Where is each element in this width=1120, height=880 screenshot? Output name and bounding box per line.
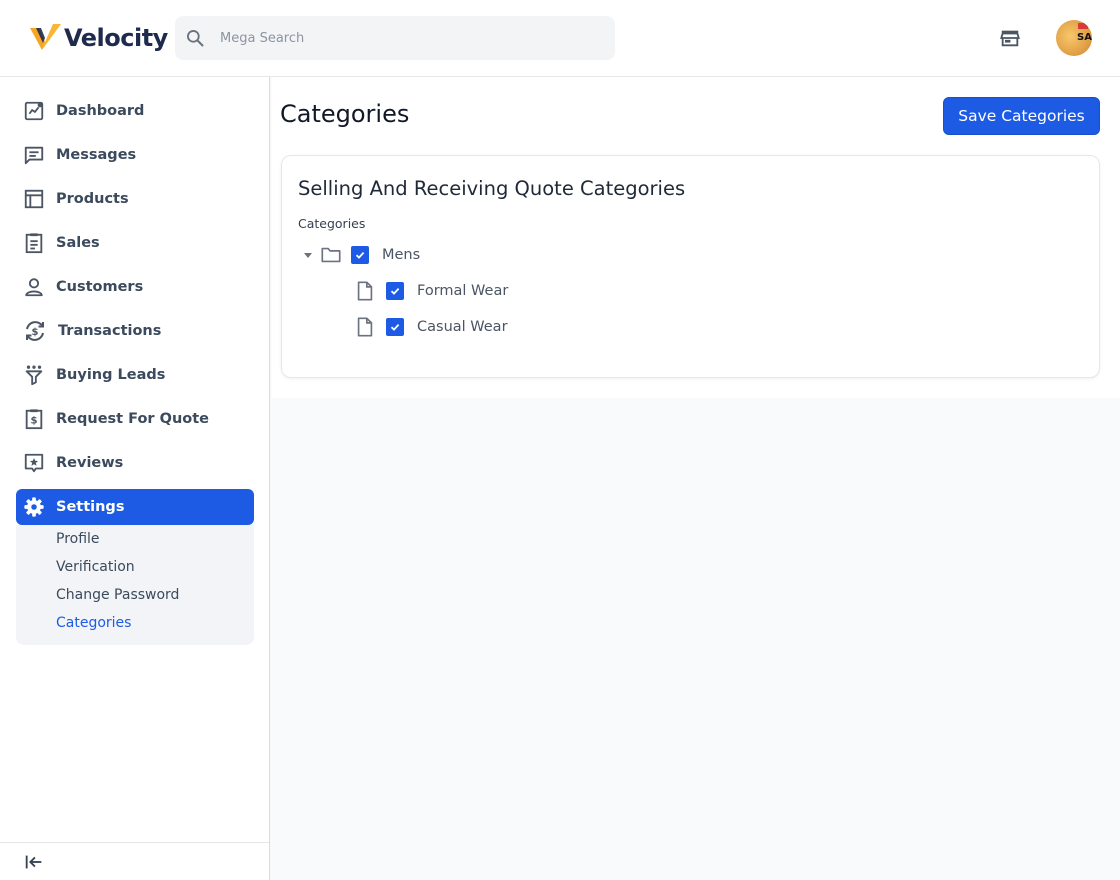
tree-node-label: Casual Wear xyxy=(417,319,508,335)
sidebar-item-label: Sales xyxy=(56,235,100,251)
checkmark-icon xyxy=(390,323,400,331)
sidebar-item-label: Buying Leads xyxy=(56,367,166,383)
sidebar-item-sales[interactable]: Sales xyxy=(16,225,254,261)
save-categories-button[interactable]: Save Categories xyxy=(943,97,1100,135)
search-bar xyxy=(175,16,615,60)
submenu-item-categories[interactable]: Categories xyxy=(56,615,131,631)
buying-leads-icon xyxy=(25,365,43,386)
sidebar-item-dashboard[interactable]: Dashboard xyxy=(16,93,254,129)
brand-name: Velocity xyxy=(64,24,168,52)
sidebar-item-settings[interactable]: Settings xyxy=(16,489,254,525)
search-icon xyxy=(187,30,204,47)
customers-icon xyxy=(25,278,43,297)
sidebar-item-reviews[interactable]: Reviews xyxy=(16,445,254,481)
sidebar-item-customers[interactable]: Customers xyxy=(16,269,254,305)
svg-text:$: $ xyxy=(32,327,39,338)
sidebar-item-label: Reviews xyxy=(56,455,124,471)
top-header: Velocity SAI xyxy=(0,0,1120,77)
request-quote-icon: $ xyxy=(25,409,43,430)
file-icon xyxy=(357,281,373,301)
tree-node-label: Formal Wear xyxy=(417,283,509,299)
brand-logo[interactable]: Velocity xyxy=(28,22,168,54)
sidebar-item-messages[interactable]: Messages xyxy=(16,137,254,173)
sidebar-item-label: Products xyxy=(56,191,129,207)
messages-icon xyxy=(24,146,44,165)
submenu-item-change-password[interactable]: Change Password xyxy=(56,587,179,603)
categories-card: Selling And Receiving Quote Categories C… xyxy=(281,155,1100,378)
sidebar-item-label: Transactions xyxy=(58,323,162,339)
store-icon[interactable] xyxy=(999,27,1021,49)
velocity-logo-icon xyxy=(30,24,61,50)
sidebar-item-label: Messages xyxy=(56,147,137,163)
submenu-item-profile[interactable]: Profile xyxy=(56,531,100,547)
page-title: Categories xyxy=(280,100,410,128)
mens-checkbox[interactable] xyxy=(351,246,369,264)
main-background xyxy=(271,398,1120,880)
submenu-item-verification[interactable]: Verification xyxy=(56,559,135,575)
sales-icon xyxy=(25,233,43,254)
sidebar-footer xyxy=(0,842,270,880)
sidebar-item-label: Request For Quote xyxy=(56,411,210,427)
sidebar: Dashboard Messages Products Sales Custom… xyxy=(0,77,272,880)
sidebar-item-request-for-quote[interactable]: $ Request For Quote xyxy=(16,401,254,437)
sidebar-item-label: Customers xyxy=(56,279,144,295)
avatar-flag-shape xyxy=(1078,23,1088,29)
sidebar-item-products[interactable]: Products xyxy=(16,181,254,217)
avatar-text: SAI xyxy=(1077,32,1092,43)
casual-wear-checkbox[interactable] xyxy=(386,318,404,336)
collapse-sidebar-icon[interactable] xyxy=(23,851,45,873)
avatar[interactable]: SAI xyxy=(1056,20,1092,56)
gear-icon xyxy=(24,497,44,517)
sidebar-item-label: Dashboard xyxy=(56,103,145,119)
tree-node-label: Mens xyxy=(382,247,421,263)
tree-node-casual-wear: Casual Wear xyxy=(354,316,508,338)
card-title: Selling And Receiving Quote Categories xyxy=(298,177,686,200)
transactions-icon: $ xyxy=(26,321,44,341)
checkmark-icon xyxy=(355,251,365,259)
checkmark-icon xyxy=(390,287,400,295)
dashboard-icon xyxy=(24,101,44,121)
search-input[interactable] xyxy=(220,30,600,46)
sidebar-item-transactions[interactable]: $ Transactions xyxy=(16,313,254,349)
sidebar-item-label: Settings xyxy=(56,499,125,515)
tree-node-mens: Mens xyxy=(304,244,420,266)
expand-caret-icon[interactable] xyxy=(304,252,312,258)
tree-node-formal-wear: Formal Wear xyxy=(354,280,508,302)
folder-icon xyxy=(321,247,341,263)
reviews-icon xyxy=(24,453,44,473)
svg-text:$: $ xyxy=(30,416,37,427)
formal-wear-checkbox[interactable] xyxy=(386,282,404,300)
file-icon xyxy=(357,317,373,337)
categories-field-label: Categories xyxy=(298,216,366,231)
settings-submenu: Profile Verification Change Password Cat… xyxy=(16,525,254,645)
products-icon xyxy=(24,189,44,209)
sidebar-item-buying-leads[interactable]: Buying Leads xyxy=(16,357,254,393)
